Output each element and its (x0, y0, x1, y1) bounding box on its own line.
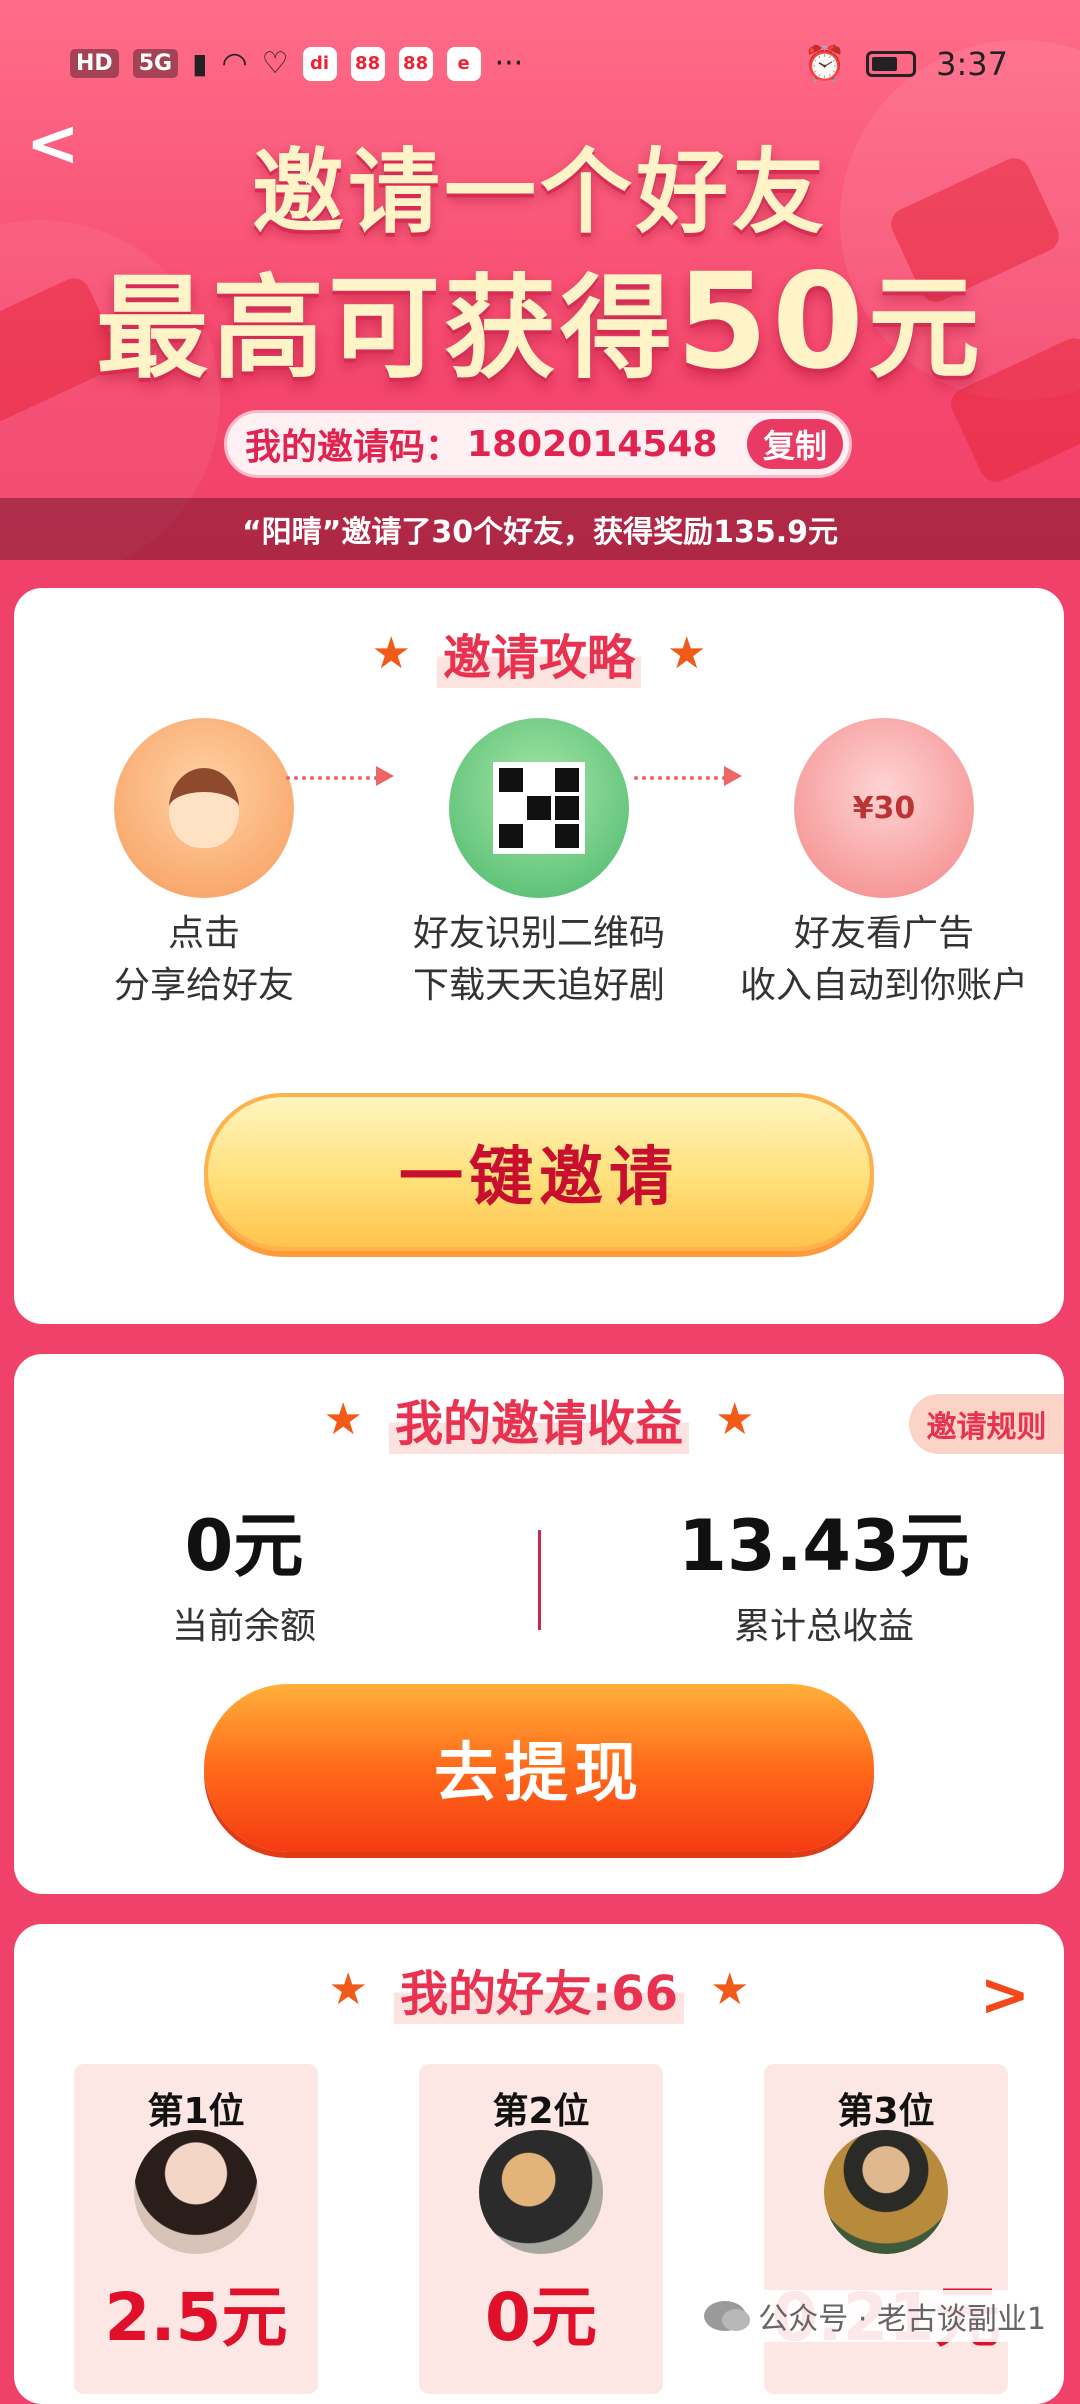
wifi-icon: ◠ (221, 46, 248, 81)
network-5g-indicator: 5G (132, 49, 179, 78)
star-icon: ★ (715, 1393, 755, 1445)
step-arrow-icon (634, 766, 742, 786)
strategy-title: ★ 邀请攻略 ★ (14, 618, 1064, 688)
one-click-invite-button[interactable]: 一键邀请 (204, 1093, 874, 1251)
avatar (824, 2130, 948, 2254)
step-line1: 点击 (167, 913, 240, 954)
step-earn: ¥30 好友看广告 收入自动到你账户 (734, 718, 1034, 1012)
chevron-right-icon[interactable]: > (980, 1960, 1030, 2030)
step-line1: 好友识别二维码 (412, 913, 665, 954)
star-icon: ★ (371, 627, 411, 679)
status-bar: HD 5G ▮ ◠ ♡ di 88 88 e ··· ⏰ 3:37 (0, 0, 1080, 130)
friend-rank-card[interactable]: 第1位 2.5元 (74, 2064, 318, 2394)
copy-button[interactable]: 复制 (747, 419, 843, 469)
step-arrow-icon (286, 766, 394, 786)
invite-earnings-card: ★ 我的邀请收益 ★ 邀请规则 0元 当前余额 13.43元 累计总收益 去提现 (14, 1354, 1064, 1894)
watermark-text: 公众号 · 老古谈副业1 (758, 2302, 1046, 2337)
step-share: 点击 分享给好友 (54, 718, 354, 1012)
invite-code-box: 我的邀请码： 1802014548 复制 (224, 410, 852, 478)
total-label: 累计总收益 (733, 1606, 914, 1647)
friend-rank-card[interactable]: 第2位 0元 (419, 2064, 663, 2394)
invite-code-value: 1802014548 (467, 423, 718, 465)
step-line2: 分享给好友 (113, 965, 294, 1006)
hero-banner: HD 5G ▮ ◠ ♡ di 88 88 e ··· ⏰ 3:37 < 邀请一个… (0, 0, 1080, 560)
app-icon: e (446, 46, 481, 81)
step-qr: 好友识别二维码 下载天天追好剧 (389, 718, 689, 1012)
withdraw-button[interactable]: 去提现 (204, 1684, 874, 1852)
balance-value: 0元 (184, 1505, 304, 1587)
app-icon: 88 (398, 46, 433, 81)
step-line2: 收入自动到你账户 (739, 965, 1028, 1006)
avatar (479, 2130, 603, 2254)
rank-amount: 0元 (485, 2279, 597, 2356)
earnings-title-text: 我的邀请收益 (388, 1384, 689, 1454)
hero-title-amount: 50 (676, 245, 868, 399)
person-avatar-icon (114, 718, 294, 898)
app-icon: 88 (350, 46, 385, 81)
hero-title-prefix: 最高可获得 (96, 264, 677, 394)
friends-title: ★ 我的好友:66 ★ (14, 1954, 1064, 2024)
qr-code-icon (449, 718, 629, 898)
hero-title-line2: 最高可获得50元 (0, 238, 1080, 400)
heart-icon: ♡ (261, 46, 289, 81)
app-icon: di (302, 46, 337, 81)
star-icon: ★ (323, 1393, 363, 1445)
hd-indicator: HD (70, 49, 119, 78)
reward-ticker: “阳晴”邀请了30个好友，获得奖励135.9元 (0, 498, 1080, 560)
total-earnings: 13.43元 累计总收益 (624, 1490, 1024, 1649)
clock-time: 3:37 (936, 45, 1008, 83)
rank-label: 第1位 (147, 2091, 245, 2132)
star-icon: ★ (667, 627, 707, 679)
money-tag: ¥30 (852, 790, 916, 826)
invite-code-label: 我的邀请码： (245, 427, 462, 468)
star-icon: ★ (328, 1963, 368, 2015)
balance-label: 当前余额 (171, 1606, 316, 1647)
current-balance: 0元 当前余额 (44, 1490, 444, 1649)
avatar (134, 2130, 258, 2254)
rank-label: 第3位 (837, 2091, 935, 2132)
red-envelope-icon: ¥30 (794, 718, 974, 898)
step-line2: 下载天天追好剧 (412, 965, 665, 1006)
rank-amount: 2.5元 (104, 2279, 288, 2356)
hero-title-suffix: 元 (867, 264, 984, 394)
rank-label: 第2位 (492, 2091, 590, 2132)
star-icon: ★ (710, 1963, 750, 2015)
step-line1: 好友看广告 (793, 913, 974, 954)
strategy-title-text: 邀请攻略 (436, 618, 641, 688)
hero-title-line1: 邀请一个好友 (251, 139, 828, 246)
invite-strategy-card: ★ 邀请攻略 ★ 点击 分享给好友 好友识别二维码 下载天天追好剧 ¥30 好友… (14, 588, 1064, 1324)
wechat-icon (704, 2301, 751, 2331)
signal-icon: ▮ (192, 47, 208, 80)
friend-rank-card[interactable]: 第3位 0.21元 (764, 2064, 1008, 2394)
total-value: 13.43元 (678, 1505, 970, 1587)
alarm-icon: ⏰ (803, 44, 847, 84)
invite-rules-button[interactable]: 邀请规则 (909, 1394, 1064, 1454)
watermark: 公众号 · 老古谈副业1 (694, 2290, 1056, 2342)
earnings-title: ★ 我的邀请收益 ★ (14, 1384, 1064, 1454)
friends-title-text: 我的好友:66 (394, 1954, 684, 2024)
divider (538, 1530, 541, 1630)
more-notifications-icon: ··· (494, 46, 524, 81)
invite-steps: 点击 分享给好友 好友识别二维码 下载天天追好剧 ¥30 好友看广告 收入自动到… (14, 718, 1064, 1018)
battery-icon (866, 51, 917, 77)
